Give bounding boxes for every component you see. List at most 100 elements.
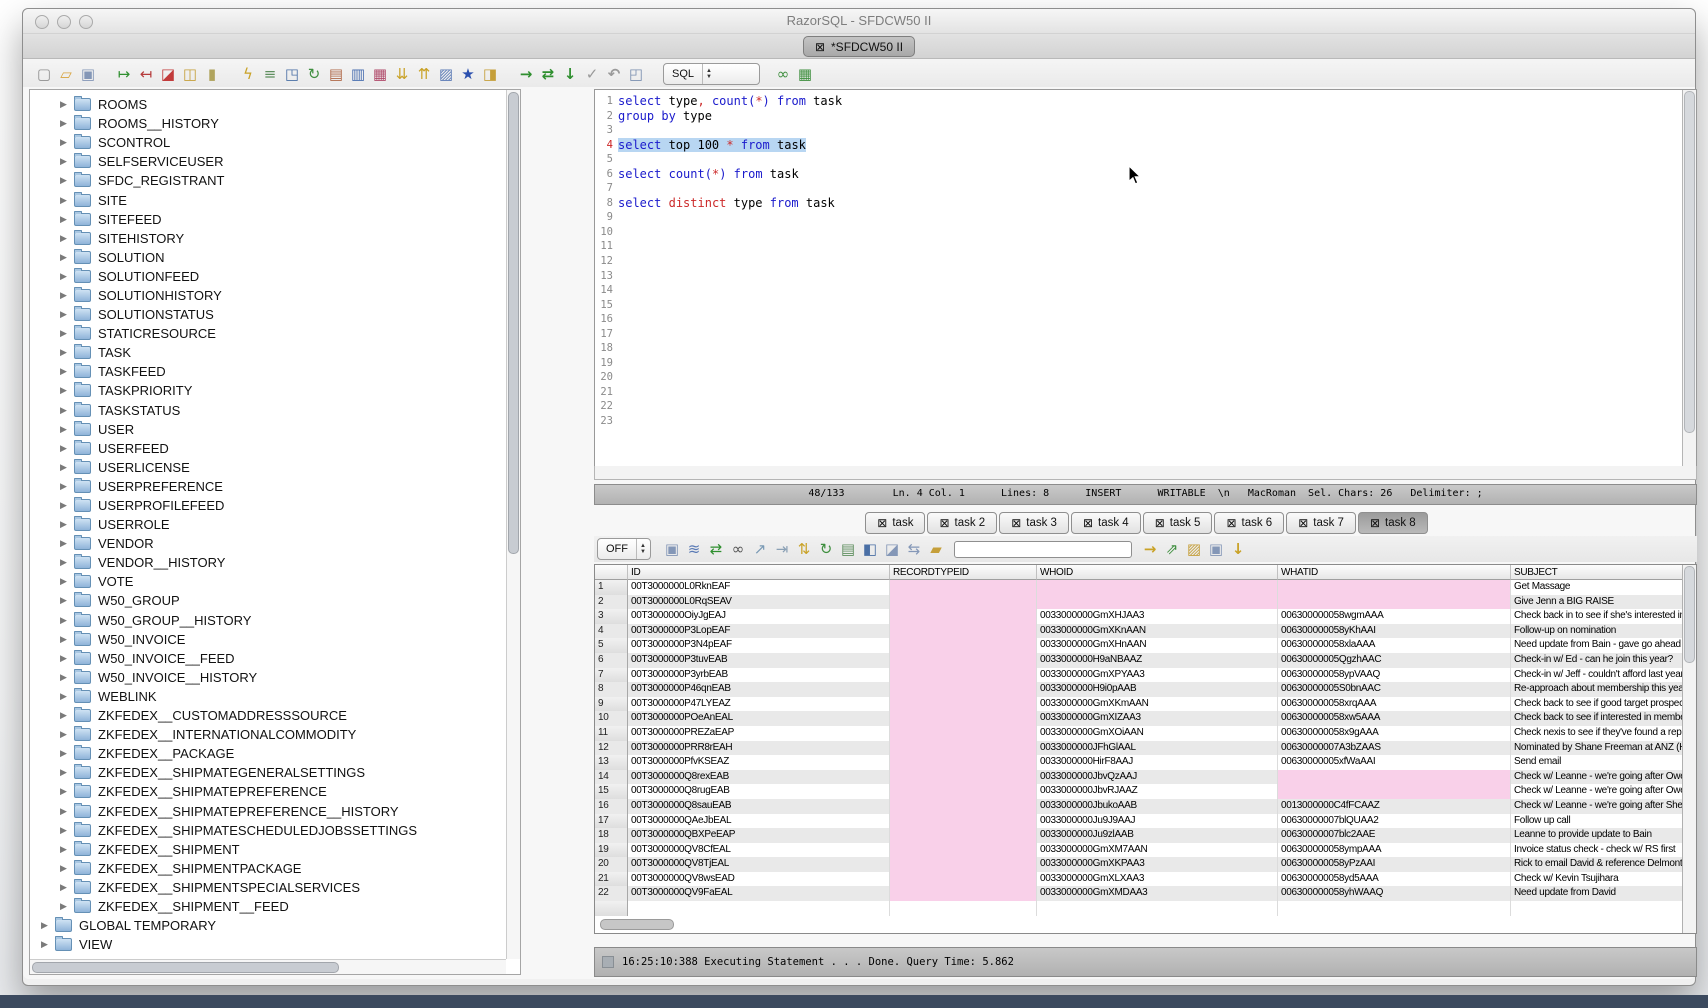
tab-close-icon[interactable]: ⊠ [939,517,949,529]
disclosure-triangle-icon[interactable]: ▶ [57,748,70,759]
column-header-recordtypeid[interactable]: RECORDTYPEID [890,565,1037,580]
tree-item-taskpriority[interactable]: ▶TASKPRIORITY [32,381,505,400]
disclosure-triangle-icon[interactable]: ▶ [57,214,70,225]
disclosure-triangle-icon[interactable]: ▶ [57,233,70,244]
grid-view-icon[interactable]: ▦ [794,64,816,84]
row-number[interactable]: 9 [595,697,628,712]
export-results-icon[interactable]: ⇗ [1161,539,1183,559]
view-results-glasses-icon[interactable]: ∞ [772,64,794,84]
tree-item-scontrol[interactable]: ▶SCONTROL [32,133,505,152]
disclosure-triangle-icon[interactable]: ▶ [57,806,70,817]
sort-asc-icon[interactable]: ⇈ [413,64,435,84]
disclosure-triangle-icon[interactable]: ▶ [57,118,70,129]
tree-item-zkfedex-shipmentpackage[interactable]: ▶ZKFEDEX__SHIPMENTPACKAGE [32,859,505,878]
disclosure-triangle-icon[interactable]: ▶ [57,615,70,626]
notebook-icon[interactable]: ▤ [325,64,347,84]
row-number[interactable]: 13 [595,755,628,770]
result-tab-task-5[interactable]: ⊠task 5 [1143,512,1213,534]
export-doc-icon[interactable]: ◳ [281,64,303,84]
form-view-icon[interactable]: ▤ [837,539,859,559]
copy-connection-icon[interactable]: ◪ [157,64,179,84]
copy-rows-icon[interactable]: ◪ [881,539,903,559]
disclosure-triangle-icon[interactable]: ▶ [57,538,70,549]
tree-item-userpreference[interactable]: ▶USERPREFERENCE [32,477,505,496]
table-row[interactable]: 1200T3000000PRR8rEAH0033000000JFhGlAAL00… [595,741,1683,756]
editor-line[interactable]: 14 [596,283,1682,298]
disclosure-triangle-icon[interactable]: ▶ [57,882,70,893]
editor-horizontal-scrollbar[interactable] [594,466,1697,480]
tab-close-icon[interactable]: ⊠ [1083,517,1093,529]
tree-item-zkfedex-shipmentspecialservices[interactable]: ▶ZKFEDEX__SHIPMENTSPECIALSERVICES [32,878,505,897]
table-row[interactable]: 500T3000000P3N4pEAF0033000000GmXHnAAN006… [595,638,1683,653]
tab-close-icon[interactable]: ⊠ [1155,517,1165,529]
tree-horizontal-scrollbar[interactable] [30,959,506,974]
disclosure-triangle-icon[interactable]: ▶ [57,767,70,778]
editor-line[interactable]: 16 [596,312,1682,327]
row-number[interactable]: 6 [595,653,628,668]
disclosure-triangle-icon[interactable]: ▶ [57,825,70,836]
disclosure-triangle-icon[interactable]: ▶ [57,500,70,511]
row-number[interactable]: 1 [595,580,628,595]
tab-close-icon[interactable]: ⊠ [1011,517,1021,529]
sql-mode-select[interactable]: SQL ▲▼ [663,63,760,85]
disclosure-triangle-icon[interactable]: ▶ [57,156,70,167]
tree-item-zkfedex-shipmatescheduledjobssettings[interactable]: ▶ZKFEDEX__SHIPMATESCHEDULEDJOBSSETTINGS [32,821,505,840]
describe-table-icon[interactable]: ≡ [259,64,281,84]
editor-line[interactable]: 3 [596,123,1682,138]
editor-line[interactable]: 21 [596,385,1682,400]
editor-line[interactable]: 11 [596,239,1682,254]
table-vscroll-thumb[interactable] [1684,566,1695,663]
zoom-button[interactable] [79,15,93,29]
refresh-table-icon[interactable]: ↻ [815,539,837,559]
disclosure-triangle-icon[interactable]: ▶ [57,729,70,740]
row-number[interactable]: 12 [595,741,628,756]
table-row[interactable]: 2100T3000000QV8wsEAD0033000000GmXLXAA300… [595,872,1683,887]
table-row[interactable]: 100T3000000L0RknEAFGet Massage200 [595,580,1683,595]
row-number[interactable]: 16 [595,799,628,814]
view-row-glasses-icon[interactable]: ∞ [727,539,749,559]
tree-item-w50-invoice[interactable]: ▶W50_INVOICE [32,630,505,649]
highlight-pen-icon[interactable]: ▰ [925,539,947,559]
disclosure-triangle-icon[interactable]: ▶ [57,366,70,377]
connect-icon[interactable]: ↦ [113,64,135,84]
tree-item-sitefeed[interactable]: ▶SITEFEED [32,210,505,229]
disclosure-triangle-icon[interactable]: ▶ [57,519,70,530]
database-icon[interactable]: ▮ [201,64,223,84]
favorites-star-icon[interactable]: ★ [457,64,479,84]
disconnect-icon[interactable]: ↤ [135,64,157,84]
tree-item-weblink[interactable]: ▶WEBLINK [32,687,505,706]
commit-icon[interactable]: ✓ [581,64,603,84]
disclosure-triangle-icon[interactable]: ▶ [57,290,70,301]
editor-line[interactable]: 12 [596,254,1682,269]
row-number[interactable]: 20 [595,857,628,872]
editor-line[interactable]: 23 [596,414,1682,429]
tree-item-userrole[interactable]: ▶USERROLE [32,515,505,534]
editor-line[interactable]: 20 [596,370,1682,385]
disclosure-triangle-icon[interactable]: ▶ [57,385,70,396]
disclosure-triangle-icon[interactable]: ▶ [57,271,70,282]
refresh-query-icon[interactable]: ⇄ [705,539,727,559]
tree-vscroll-thumb[interactable] [508,92,519,554]
disclosure-triangle-icon[interactable]: ▶ [57,844,70,855]
table-row[interactable]: 1400T3000000Q8rexEAB0033000000JbvQzAAJCh… [595,770,1683,785]
result-tab-task-4[interactable]: ⊠task 4 [1071,512,1141,534]
tab-close-icon[interactable]: ⊠ [877,517,887,529]
tree-hscroll-thumb[interactable] [32,962,339,973]
row-number[interactable]: 8 [595,682,628,697]
table-row[interactable]: 1100T3000000PREZaEAP0033000000GmXOiAAN00… [595,726,1683,741]
result-tab-task-8[interactable]: ⊠task 8 [1358,512,1428,534]
tree-item-solution[interactable]: ▶SOLUTION [32,248,505,267]
disclosure-triangle-icon[interactable]: ▶ [57,424,70,435]
disclosure-triangle-icon[interactable]: ▶ [57,175,70,186]
tree-item-zkfedex-shipment-feed[interactable]: ▶ZKFEDEX__SHIPMENT__FEED [32,897,505,916]
tree-item-solutionhistory[interactable]: ▶SOLUTIONHISTORY [32,286,505,305]
rollback-icon[interactable]: ↶ [603,64,625,84]
row-number[interactable]: 17 [595,814,628,829]
result-tab-task-6[interactable]: ⊠task 6 [1214,512,1284,534]
disclosure-triangle-icon[interactable]: ▶ [57,901,70,912]
tab-close-icon[interactable]: ⊠ [1370,517,1380,529]
editor-line[interactable]: 8select distinct type from task [596,196,1682,211]
disclosure-triangle-icon[interactable]: ▶ [57,576,70,587]
editor-line[interactable]: 15 [596,298,1682,313]
row-number[interactable]: 14 [595,770,628,785]
